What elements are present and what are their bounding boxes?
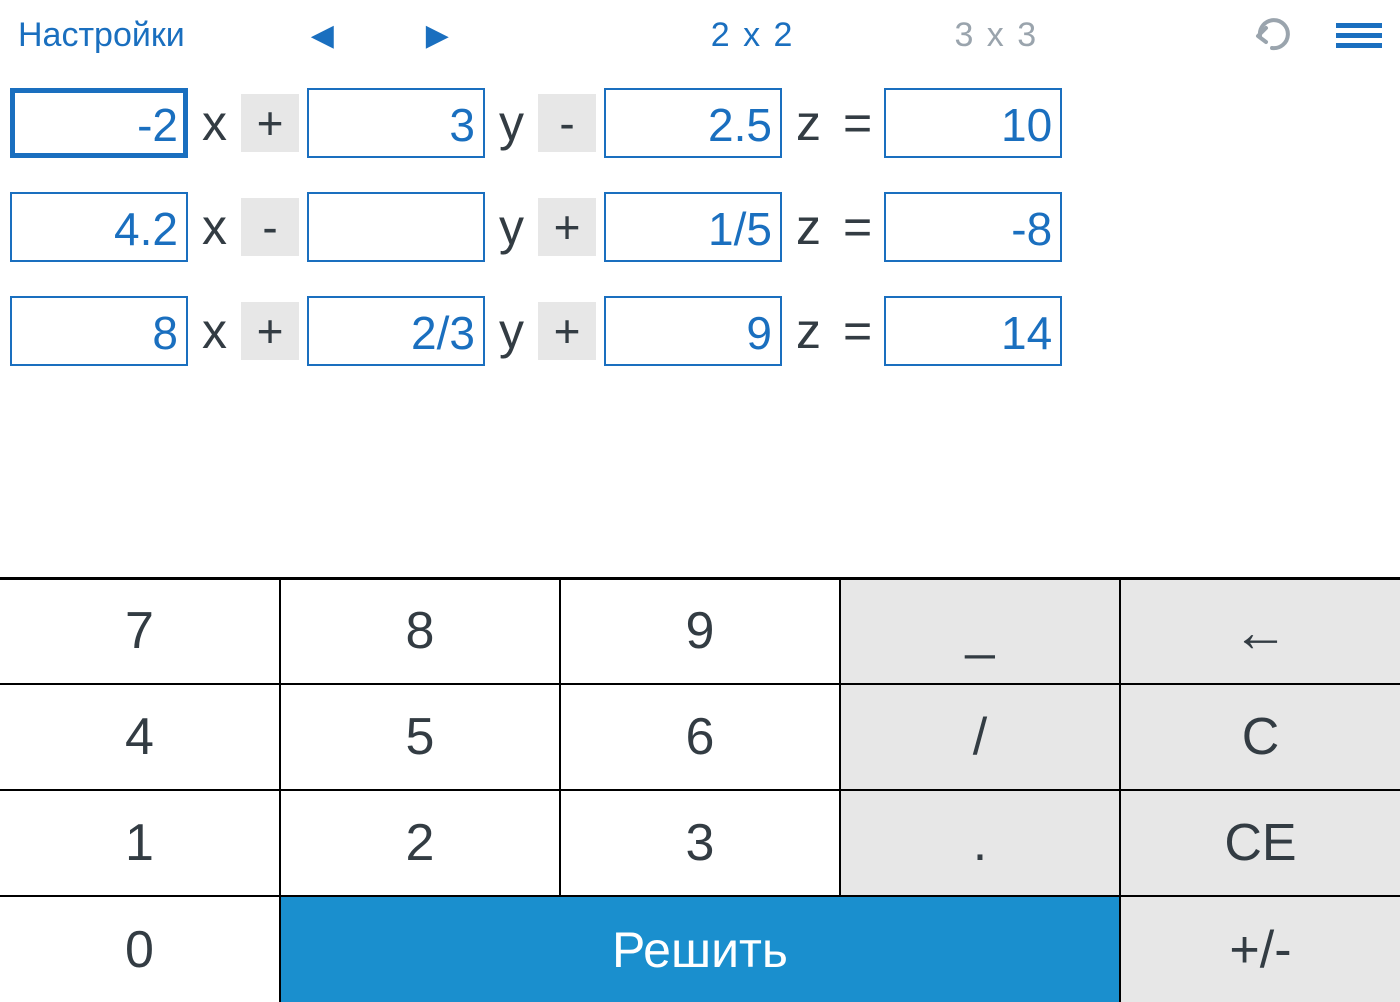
equals-label: = [839, 198, 876, 256]
var-y-label: y [493, 302, 530, 360]
coef-input-r1-z[interactable]: 2.5 [604, 88, 782, 158]
key-clear[interactable]: C [1120, 684, 1400, 790]
equation-row: 8 x + 2/3 y + 9 z = 14 [10, 296, 1390, 366]
coef-input-r1-x[interactable]: -2 [10, 88, 188, 158]
key-8[interactable]: 8 [280, 578, 560, 684]
var-x-label: x [196, 94, 233, 152]
undo-icon[interactable] [1254, 16, 1296, 54]
var-z-label: z [790, 198, 831, 256]
coef-input-r3-x[interactable]: 8 [10, 296, 188, 366]
equation-row: -2 x + 3 y - 2.5 z = 10 [10, 88, 1390, 158]
equation-row: 4.2 x - y + 1/5 z = -8 [10, 192, 1390, 262]
coef-input-r1-y[interactable]: 3 [307, 88, 485, 158]
operator-toggle-r2-1[interactable]: - [241, 198, 299, 256]
key-0[interactable]: 0 [0, 896, 280, 1002]
key-4[interactable]: 4 [0, 684, 280, 790]
top-toolbar: Настройки ◀ ▶ 2 x 2 3 x 3 [0, 0, 1400, 70]
var-y-label: y [493, 94, 530, 152]
var-y-label: y [493, 198, 530, 256]
operator-toggle-r2-2[interactable]: + [538, 198, 596, 256]
coef-input-r2-x[interactable]: 4.2 [10, 192, 188, 262]
operator-toggle-r1-1[interactable]: + [241, 94, 299, 152]
coef-input-r2-z[interactable]: 1/5 [604, 192, 782, 262]
result-input-r2[interactable]: -8 [884, 192, 1062, 262]
coef-input-r2-y[interactable] [307, 192, 485, 262]
key-3[interactable]: 3 [560, 790, 840, 896]
result-input-r3[interactable]: 14 [884, 296, 1062, 366]
coef-input-r3-z[interactable]: 9 [604, 296, 782, 366]
key-7[interactable]: 7 [0, 578, 280, 684]
operator-toggle-r3-2[interactable]: + [538, 302, 596, 360]
var-z-label: z [790, 302, 831, 360]
operator-toggle-r1-2[interactable]: - [538, 94, 596, 152]
key-1[interactable]: 1 [0, 790, 280, 896]
equals-label: = [839, 302, 876, 360]
result-input-r1[interactable]: 10 [884, 88, 1062, 158]
key-5[interactable]: 5 [280, 684, 560, 790]
keypad: 7 8 9 _ ← 4 5 6 / C 1 2 3 . CE 0 Решить … [0, 577, 1400, 1002]
key-underscore[interactable]: _ [840, 578, 1120, 684]
key-9[interactable]: 9 [560, 578, 840, 684]
coef-input-r3-y[interactable]: 2/3 [307, 296, 485, 366]
operator-toggle-r3-1[interactable]: + [241, 302, 299, 360]
tab-size-3x3[interactable]: 3 x 3 [944, 16, 1048, 55]
key-6[interactable]: 6 [560, 684, 840, 790]
key-decimal[interactable]: . [840, 790, 1120, 896]
key-2[interactable]: 2 [280, 790, 560, 896]
key-slash[interactable]: / [840, 684, 1120, 790]
key-clear-entry[interactable]: CE [1120, 790, 1400, 896]
equals-label: = [839, 94, 876, 152]
var-x-label: x [196, 198, 233, 256]
solve-button[interactable]: Решить [280, 896, 1120, 1002]
prev-arrow-icon[interactable]: ◀ [305, 18, 340, 53]
next-arrow-icon[interactable]: ▶ [420, 18, 455, 53]
key-plus-minus[interactable]: +/- [1120, 896, 1400, 1002]
var-x-label: x [196, 302, 233, 360]
tab-size-2x2[interactable]: 2 x 2 [701, 16, 805, 55]
var-z-label: z [790, 94, 831, 152]
equation-grid: -2 x + 3 y - 2.5 z = 10 4.2 x - y + 1/5 … [0, 70, 1400, 366]
key-backspace[interactable]: ← [1120, 578, 1400, 684]
menu-icon[interactable] [1336, 23, 1382, 48]
settings-button[interactable]: Настройки [18, 16, 185, 55]
